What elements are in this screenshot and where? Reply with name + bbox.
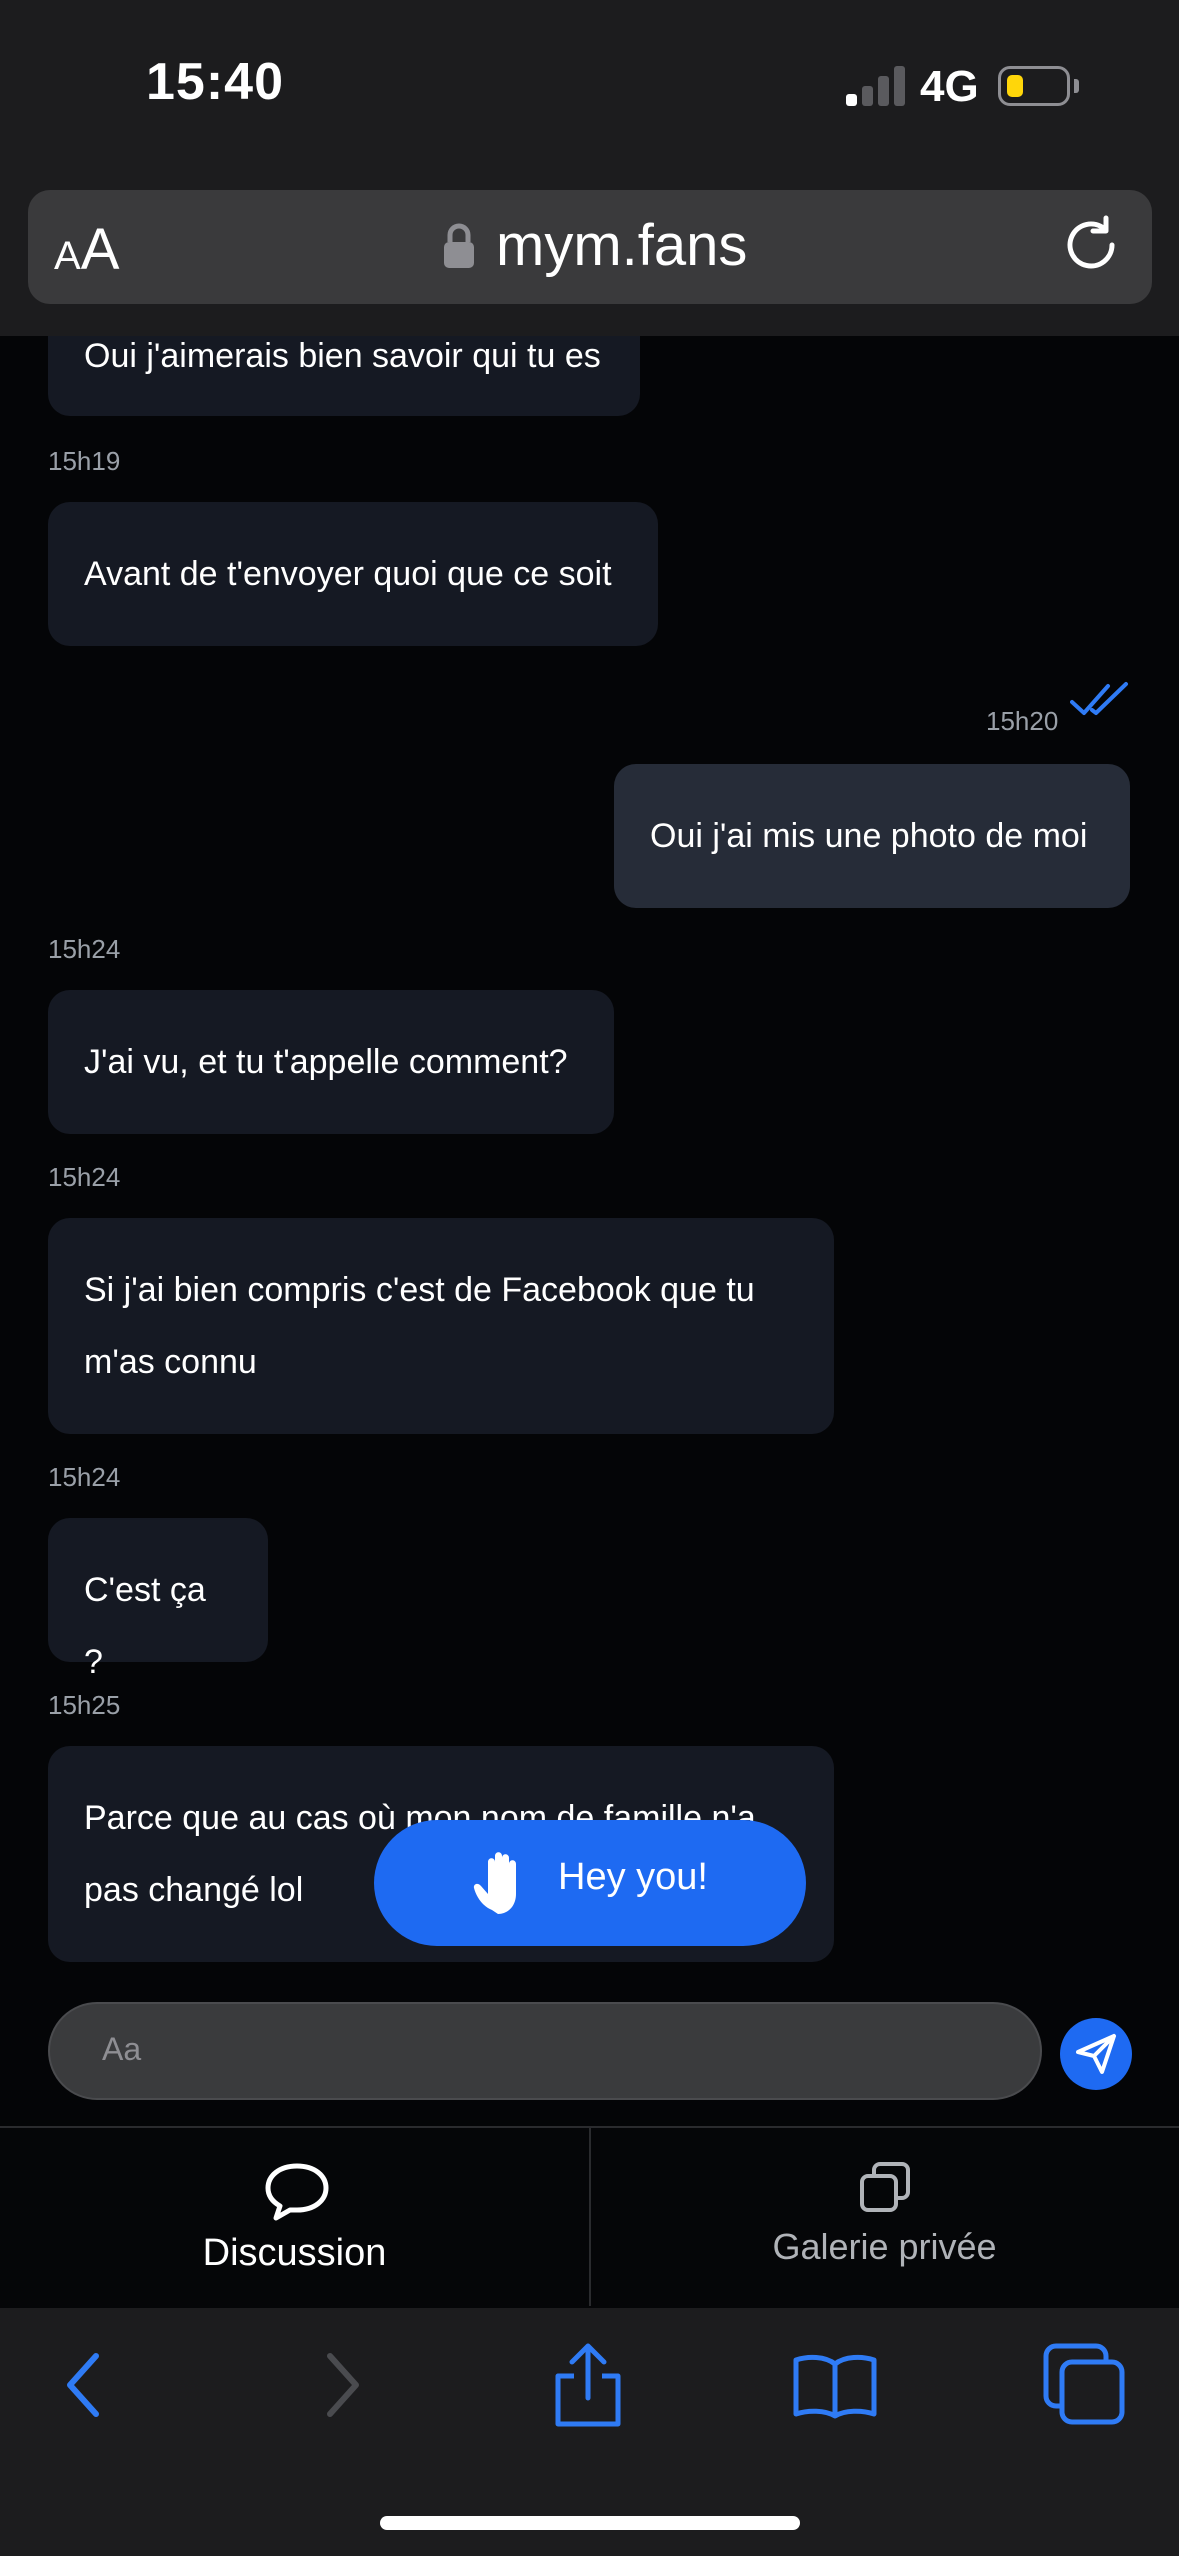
back-icon[interactable]: [60, 2350, 110, 2420]
message-time: 15h24: [48, 1162, 121, 1192]
message-input[interactable]: [100, 2030, 1004, 2069]
cellular-signal-icon: [846, 66, 906, 106]
message-time: 15h19: [48, 446, 121, 476]
status-time: 15:40: [146, 53, 284, 111]
message-text: J'ai vu, et tu t'appelle comment?: [84, 1043, 568, 1081]
send-icon: [1076, 2034, 1116, 2074]
tab-private-gallery[interactable]: Galerie privée: [590, 2226, 1179, 2268]
share-icon[interactable]: [548, 2340, 628, 2430]
message-text-line: m'as connu: [84, 1343, 257, 1381]
message-text: Oui j'ai mis une photo de moi: [650, 817, 1088, 855]
message-text-line: Si j'ai bien compris c'est de Facebook q…: [84, 1271, 755, 1309]
message-time: 15h24: [48, 934, 121, 964]
lock-icon: [444, 223, 474, 268]
message-composer[interactable]: [48, 2002, 1042, 2100]
battery-icon: [998, 66, 1070, 106]
battery-tip: [1074, 79, 1079, 93]
message-time: 15h20: [986, 706, 1059, 736]
url-text[interactable]: mym.fans: [496, 212, 747, 279]
gallery-icon[interactable]: [858, 2160, 912, 2214]
waving-hand-icon: [473, 1852, 516, 1914]
message-text: Avant de t'envoyer quoi que ce soit: [84, 555, 612, 593]
text-size-button[interactable]: AA: [54, 216, 119, 283]
message-time: 15h25: [48, 1690, 121, 1720]
message-bubble-outgoing: Oui j'ai mis une photo de moi: [614, 764, 1130, 908]
message-bubble: Oui j'aimerais bien savoir qui tu es: [48, 336, 640, 416]
read-checkmarks-icon: [1070, 682, 1128, 715]
message-text: C'est ça ?: [84, 1571, 206, 1681]
tabs-icon[interactable]: [1040, 2340, 1130, 2430]
message-bubble: Si j'ai bien compris c'est de Facebook q…: [48, 1218, 834, 1434]
message-time: 15h24: [48, 1462, 121, 1492]
forward-icon[interactable]: [316, 2350, 366, 2420]
tab-discussion[interactable]: Discussion: [0, 2232, 589, 2275]
tab-divider: [589, 2126, 591, 2306]
message-list[interactable]: Oui j'aimerais bien savoir qui tu es 15h…: [0, 336, 1179, 1976]
message-text: Oui j'aimerais bien savoir qui tu es: [84, 337, 601, 375]
bookmarks-icon[interactable]: [790, 2350, 880, 2420]
message-bubble: Avant de t'envoyer quoi que ce soit: [48, 502, 658, 646]
message-bubble: J'ai vu, et tu t'appelle comment?: [48, 990, 614, 1134]
send-button[interactable]: [1060, 2018, 1132, 2090]
speech-bubble-icon[interactable]: [262, 2160, 332, 2224]
home-indicator[interactable]: [380, 2516, 800, 2530]
message-bubble: C'est ça ?: [48, 1518, 268, 1681]
reload-icon[interactable]: [1060, 212, 1126, 278]
network-type: 4G: [920, 62, 979, 111]
hey-you-label[interactable]: Hey you!: [558, 1856, 708, 1899]
